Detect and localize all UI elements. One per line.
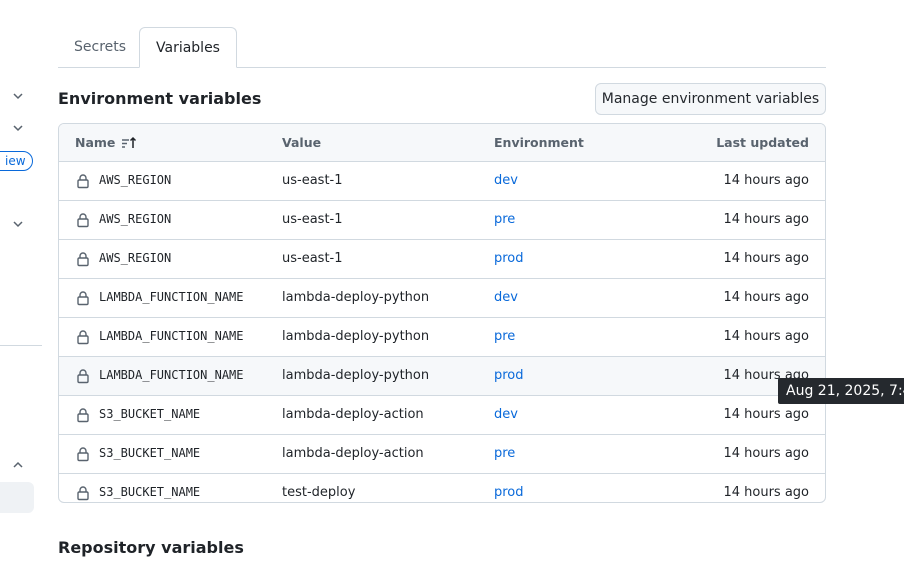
variable-name[interactable]: LAMBDA_FUNCTION_NAME: [75, 357, 244, 394]
column-header-last-updated: Last updated: [716, 135, 809, 150]
environment-link[interactable]: dev: [494, 162, 518, 199]
variable-name-label: S3_BUCKET_NAME: [99, 407, 201, 421]
environment-link[interactable]: pre: [494, 435, 515, 472]
column-header-value: Value: [282, 135, 322, 150]
lock-icon: [75, 329, 91, 345]
last-updated: 14 hours ago: [723, 173, 809, 188]
manage-environment-variables-button[interactable]: Manage environment variables: [595, 83, 826, 115]
tab-bar: Secrets Variables: [58, 27, 826, 68]
sort-icon[interactable]: [121, 135, 137, 151]
variable-name-label: LAMBDA_FUNCTION_NAME: [99, 329, 244, 343]
preview-badge: iew: [0, 151, 33, 171]
environment-link[interactable]: pre: [494, 318, 515, 355]
lock-icon: [75, 485, 91, 501]
variable-name-label: AWS_REGION: [99, 251, 172, 265]
table-row[interactable]: AWS_REGION us-east-1 pre 14 hours ago: [59, 201, 825, 240]
table-row[interactable]: S3_BUCKET_NAME lambda-deploy-action dev 14 …: [59, 396, 825, 435]
sidebar-selected-item[interactable]: [0, 482, 34, 513]
table-row[interactable]: S3_BUCKET_NAME test-deploy prod 14 hours ag…: [59, 474, 825, 502]
variable-value: us-east-1: [282, 212, 343, 227]
tab-variables[interactable]: Variables: [139, 27, 237, 68]
environment-variables-heading: Environment variables: [58, 89, 262, 108]
chevron-down-icon[interactable]: [8, 118, 28, 138]
lock-icon: [75, 251, 91, 267]
environment-variables-table: Name Value Environment Last updated AWS_…: [58, 123, 826, 503]
variable-value: lambda-deploy-python: [282, 290, 430, 305]
lock-icon: [75, 173, 91, 189]
variable-value: lambda-deploy-python: [282, 368, 430, 383]
environment-link[interactable]: pre: [494, 201, 515, 238]
table-header: Name Value Environment Last updated: [59, 124, 825, 162]
variable-name-label: S3_BUCKET_NAME: [99, 446, 201, 460]
variable-name-label: AWS_REGION: [99, 173, 172, 187]
sidebar-divider: [0, 345, 42, 346]
lock-icon: [75, 407, 91, 423]
table-row[interactable]: AWS_REGION us-east-1 dev 14 hours ago: [59, 162, 825, 201]
last-updated: 14 hours ago: [723, 329, 809, 344]
variable-name-label: S3_BUCKET_NAME: [99, 485, 201, 499]
tab-secrets[interactable]: Secrets: [58, 27, 142, 67]
chevron-down-icon[interactable]: [8, 86, 28, 106]
variable-name[interactable]: AWS_REGION: [75, 201, 171, 238]
last-updated: 14 hours ago: [723, 446, 809, 461]
variable-value: test-deploy: [282, 485, 356, 500]
last-updated: 14 hours ago: [723, 290, 809, 305]
lock-icon: [75, 368, 91, 384]
variable-name[interactable]: S3_BUCKET_NAME: [75, 396, 200, 433]
column-header-environment: Environment: [494, 135, 584, 150]
environment-link[interactable]: dev: [494, 279, 518, 316]
variable-value: us-east-1: [282, 173, 343, 188]
variable-value: lambda-deploy-action: [282, 407, 424, 422]
column-header-name[interactable]: Name: [75, 124, 137, 161]
environment-link[interactable]: prod: [494, 240, 524, 277]
environment-link[interactable]: dev: [494, 396, 518, 433]
timestamp-tooltip: Aug 21, 2025, 7:49: [778, 378, 904, 404]
environment-link[interactable]: prod: [494, 357, 524, 394]
chevron-up-icon[interactable]: [8, 455, 28, 475]
variable-name[interactable]: AWS_REGION: [75, 162, 171, 199]
chevron-down-icon[interactable]: [8, 214, 28, 234]
variable-name-label: LAMBDA_FUNCTION_NAME: [99, 290, 244, 304]
last-updated: 14 hours ago: [723, 485, 809, 500]
table-row[interactable]: S3_BUCKET_NAME lambda-deploy-action pre 14 …: [59, 435, 825, 474]
variable-value: us-east-1: [282, 251, 343, 266]
variable-value: lambda-deploy-action: [282, 446, 424, 461]
lock-icon: [75, 446, 91, 462]
variable-value: lambda-deploy-python: [282, 329, 430, 344]
last-updated: 14 hours ago: [723, 212, 809, 227]
variable-name[interactable]: AWS_REGION: [75, 240, 171, 277]
variable-name-label: AWS_REGION: [99, 212, 172, 226]
variable-name[interactable]: LAMBDA_FUNCTION_NAME: [75, 318, 244, 355]
variable-name[interactable]: S3_BUCKET_NAME: [75, 474, 201, 502]
variable-name[interactable]: LAMBDA_FUNCTION_NAME: [75, 279, 244, 316]
table-row[interactable]: LAMBDA_FUNCTION_NAME lambda-deploy-python…: [59, 318, 825, 357]
table-row[interactable]: LAMBDA_FUNCTION_NAME lambda-deploy-python…: [59, 279, 825, 318]
repository-variables-heading: Repository variables: [58, 538, 244, 557]
variable-name-label: LAMBDA_FUNCTION_NAME: [99, 368, 244, 382]
variable-name[interactable]: S3_BUCKET_NAME: [75, 435, 200, 472]
environment-link[interactable]: prod: [494, 474, 524, 502]
lock-icon: [75, 290, 91, 306]
lock-icon: [75, 212, 91, 228]
table-row[interactable]: AWS_REGION us-east-1 prod 14 hours ago: [59, 240, 825, 279]
last-updated: 14 hours ago: [723, 251, 809, 266]
table-row[interactable]: LAMBDA_FUNCTION_NAME lambda-deploy-python…: [59, 357, 825, 396]
